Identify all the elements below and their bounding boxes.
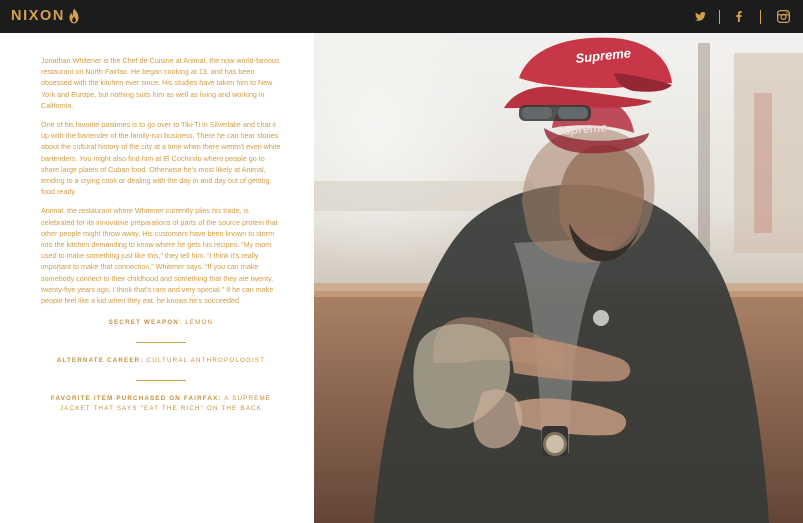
- portrait-image: Supreme Supreme: [314, 33, 803, 523]
- fact-divider: [136, 380, 186, 381]
- twitter-link[interactable]: [688, 0, 712, 33]
- bio-text: Jonathan Whitener is the Chef de Cuisine…: [41, 55, 281, 314]
- portrait-photo: Supreme Supreme: [314, 33, 803, 523]
- facts-list: Secret Weapon: Lemon Alternate Career: C…: [41, 318, 281, 414]
- facebook-icon: [736, 11, 742, 22]
- bio-paragraph: Jonathan Whitener is the Chef de Cuisine…: [41, 56, 280, 110]
- instagram-icon: [776, 10, 790, 23]
- bio-paragraph: One of his favorite pastimes is to go ov…: [41, 120, 281, 197]
- fact-value: Lemon: [185, 319, 214, 326]
- fact-label: Favorite Item Purchased on Fairfax:: [50, 395, 222, 402]
- fact-value: Cultural Anthropologist: [146, 357, 266, 364]
- brand-name: NIXON: [11, 8, 65, 24]
- bio-paragraph: Animal, the restaurant where Whitener cu…: [41, 206, 278, 306]
- nixon-logo[interactable]: NIXON: [11, 8, 80, 24]
- flame-icon: [69, 8, 79, 24]
- instagram-link[interactable]: [771, 0, 795, 33]
- fact-label: Secret Weapon:: [108, 319, 183, 326]
- fact-alternate-career: Alternate Career: Cultural Anthropologis…: [41, 356, 281, 366]
- top-navigation-bar: NIXON: [0, 0, 803, 33]
- nav-divider: [760, 10, 761, 24]
- nav-divider: [719, 10, 720, 24]
- twitter-icon: [694, 12, 706, 21]
- fact-label: Alternate Career:: [56, 357, 144, 364]
- bio-panel: Jonathan Whitener is the Chef de Cuisine…: [0, 33, 314, 523]
- fact-divider: [136, 342, 186, 343]
- fact-secret-weapon: Secret Weapon: Lemon: [41, 318, 281, 328]
- fact-favorite-item: Favorite Item Purchased on Fairfax: A Su…: [41, 394, 281, 414]
- facebook-link[interactable]: [727, 0, 751, 33]
